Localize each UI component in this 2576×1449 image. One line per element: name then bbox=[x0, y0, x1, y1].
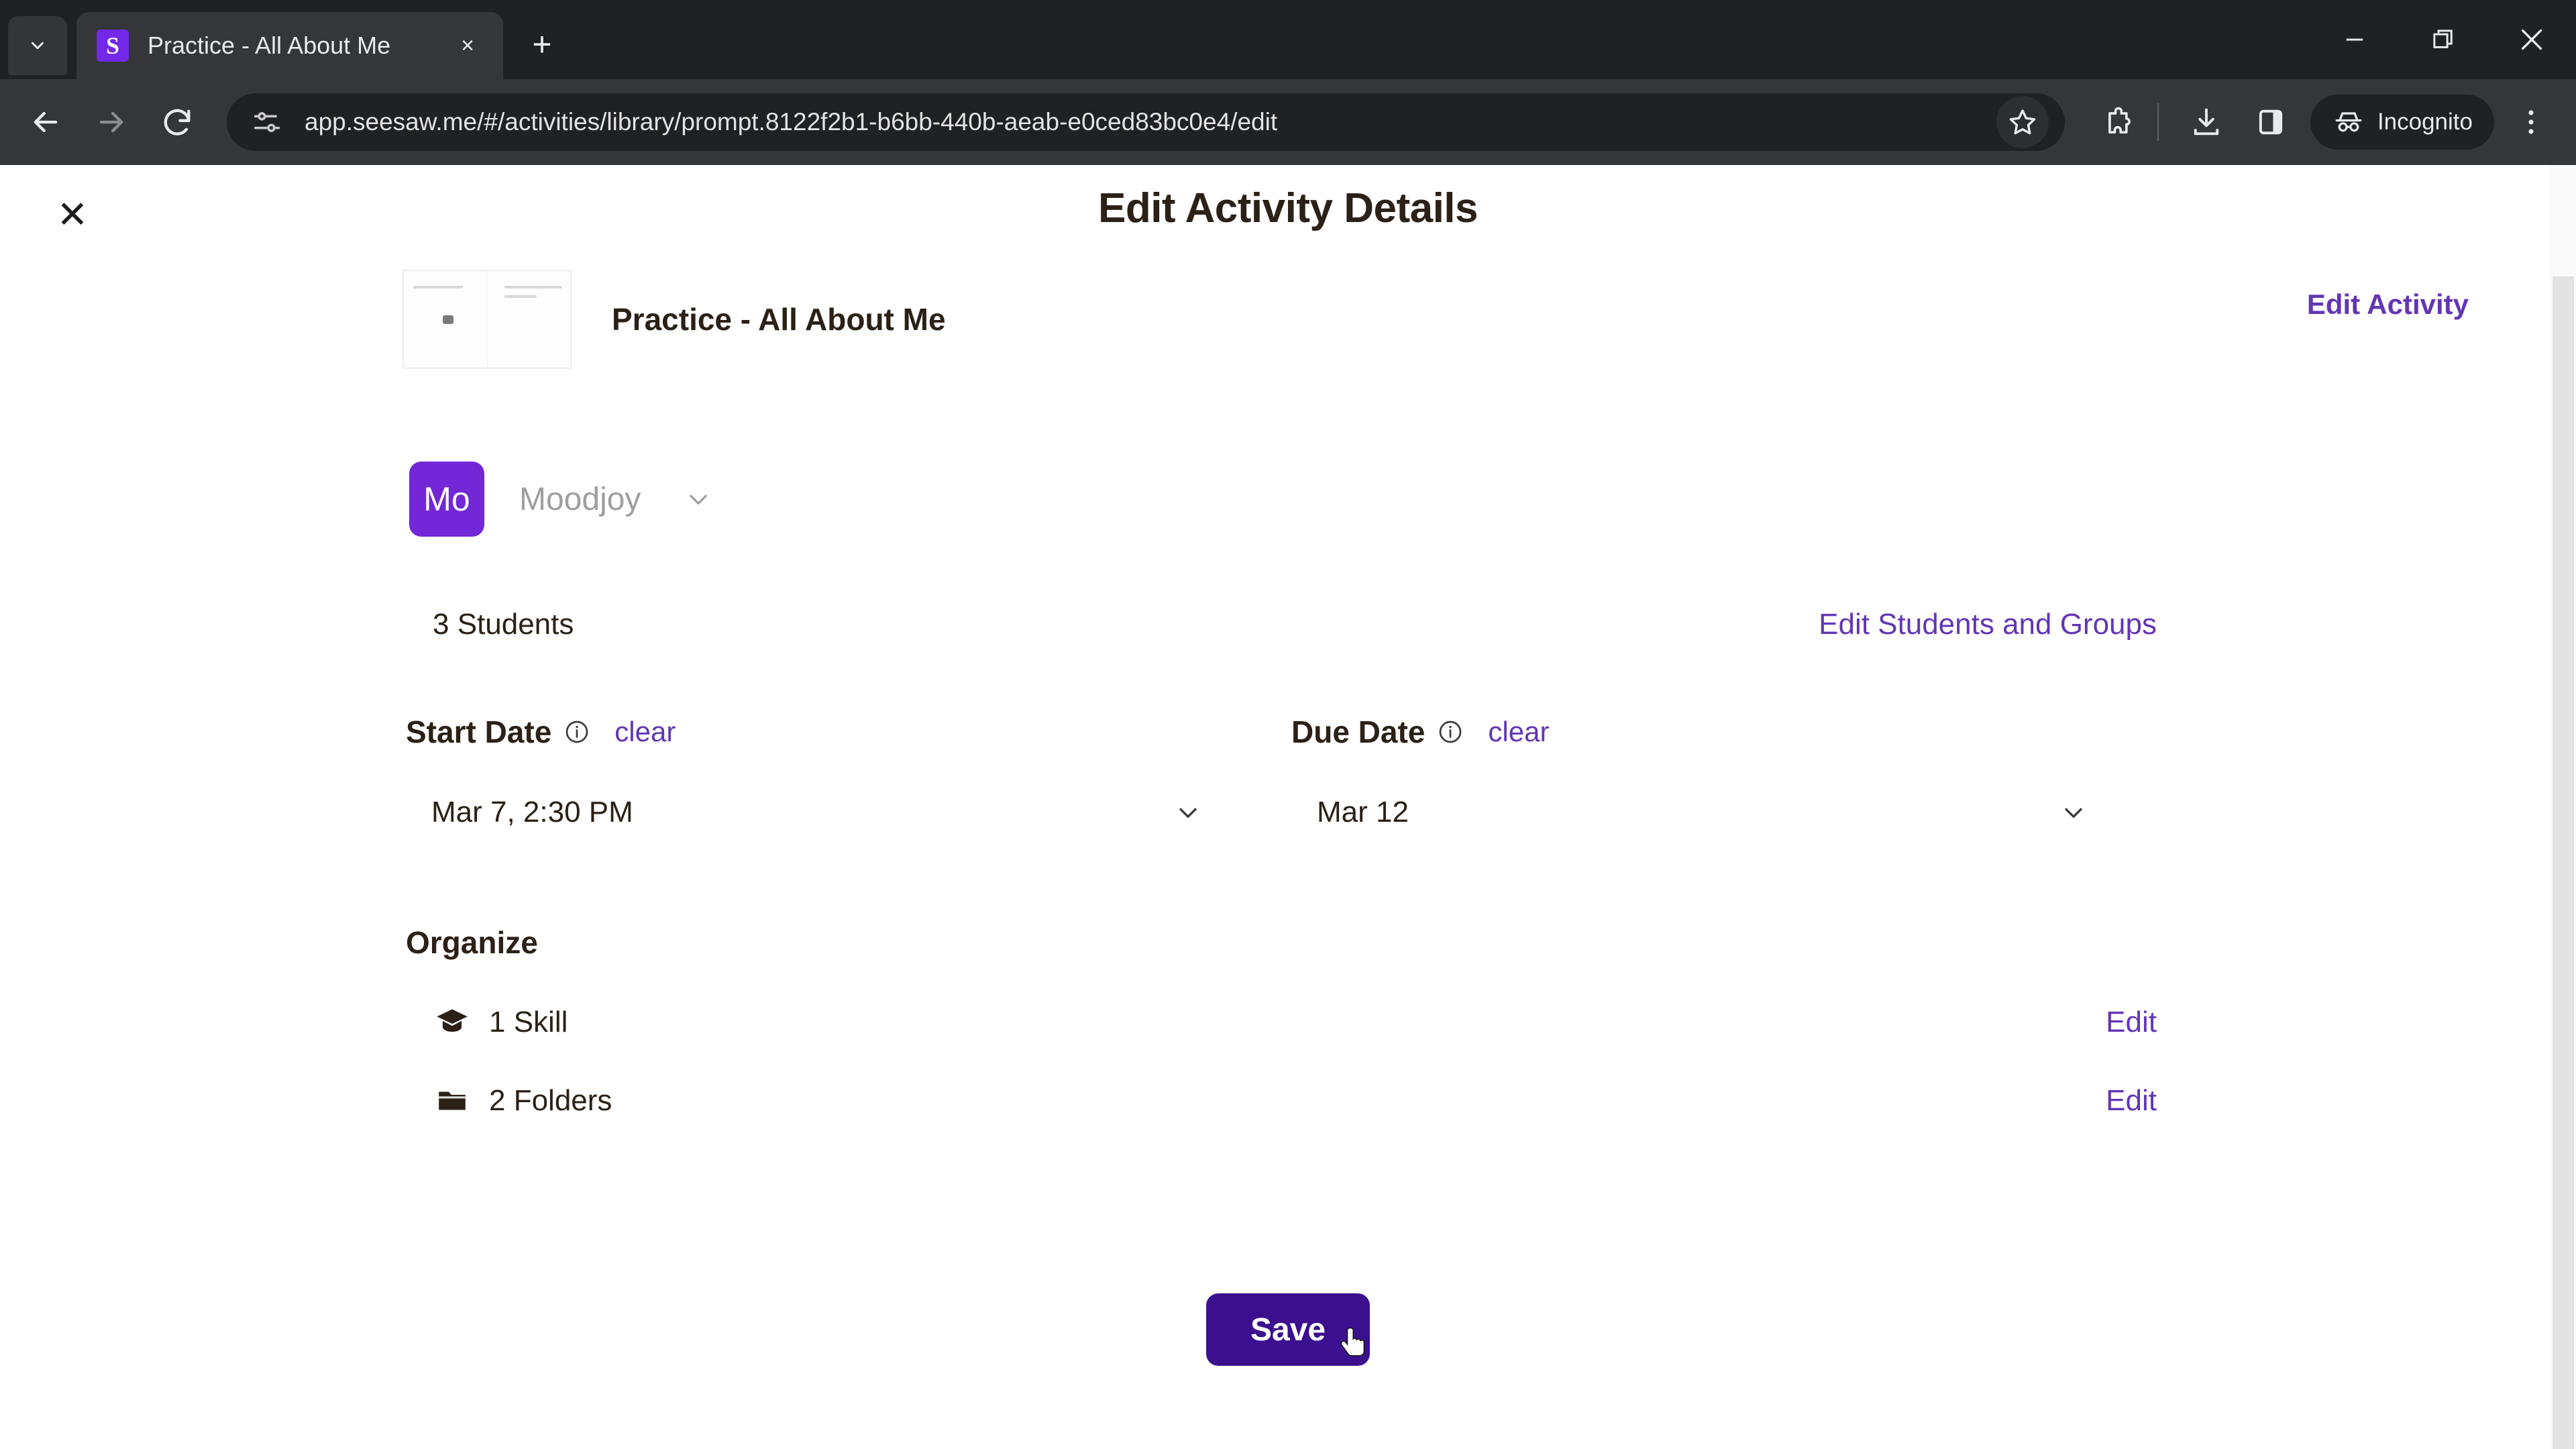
chevron-down-icon bbox=[1179, 808, 1197, 818]
organize-heading: Organize bbox=[406, 925, 538, 960]
minimize-icon bbox=[2346, 38, 2363, 41]
start-date-label: Start Date bbox=[406, 714, 552, 749]
due-date-column: Due Date clear Mar 12 bbox=[1291, 714, 2177, 844]
arrow-right-icon bbox=[99, 111, 123, 133]
start-date-dropdown-toggle[interactable] bbox=[1173, 798, 1203, 827]
browser-menu-button[interactable] bbox=[2504, 95, 2559, 150]
save-section: Save bbox=[0, 1293, 2576, 1366]
skills-label-group: 1 Skill bbox=[433, 1005, 568, 1040]
maximize-icon bbox=[2433, 30, 2453, 48]
side-panel-icon bbox=[2259, 109, 2283, 135]
activity-row: Practice - All About Me Edit Activity bbox=[402, 251, 2469, 369]
three-dot-menu-icon bbox=[2528, 110, 2534, 134]
modal-body: Practice - All About Me Edit Activity Mo… bbox=[0, 251, 2576, 1366]
page-title: Edit Activity Details bbox=[1097, 184, 1479, 231]
downloads-button[interactable] bbox=[2179, 95, 2234, 150]
chevron-down-icon bbox=[2065, 808, 2082, 818]
clear-start-date-link[interactable]: clear bbox=[614, 716, 676, 748]
modal-header: ✕ Edit Activity Details bbox=[0, 165, 2576, 251]
class-name: Moodjoy bbox=[519, 481, 641, 517]
class-avatar: Mo bbox=[409, 462, 484, 537]
chevron-down-icon bbox=[690, 494, 708, 505]
edit-activity-link[interactable]: Edit Activity bbox=[2307, 288, 2469, 321]
close-modal-button[interactable]: ✕ bbox=[47, 189, 98, 240]
avatar-initials: Mo bbox=[423, 480, 470, 518]
seesaw-favicon: S bbox=[97, 30, 129, 62]
due-date-value: Mar 12 bbox=[1317, 796, 1409, 828]
info-circle-icon bbox=[1440, 720, 1462, 743]
start-date-column: Start Date clear Mar 7, 2:30 PM bbox=[406, 714, 1291, 844]
browser-tab[interactable]: S Practice - All About Me × bbox=[76, 12, 503, 79]
due-date-header: Due Date clear bbox=[1291, 714, 2177, 750]
back-button[interactable] bbox=[17, 94, 74, 150]
start-date-header: Start Date clear bbox=[406, 714, 1291, 750]
class-selector[interactable]: Mo Moodjoy bbox=[409, 462, 2576, 537]
info-icon[interactable] bbox=[564, 718, 590, 745]
tab-title: Practice - All About Me bbox=[148, 32, 391, 59]
close-icon bbox=[2521, 29, 2542, 50]
side-panel-button[interactable] bbox=[2243, 95, 2298, 150]
toolbar-divider bbox=[2157, 103, 2159, 141]
students-row: 3 Students Edit Students and Groups bbox=[433, 608, 2157, 641]
browser-toolbar: app.seesaw.me/#/activities/library/promp… bbox=[0, 79, 2576, 165]
page-scrollbar[interactable] bbox=[2549, 165, 2576, 1449]
folder-icon bbox=[433, 1084, 472, 1118]
organize-row-skills: 1 Skill Edit bbox=[433, 1005, 2157, 1040]
clear-due-date-link[interactable]: clear bbox=[1488, 716, 1549, 748]
due-date-dropdown-toggle[interactable] bbox=[2059, 798, 2088, 827]
reload-button[interactable] bbox=[149, 94, 205, 150]
bookmark-button[interactable] bbox=[1996, 96, 2049, 148]
extensions-button[interactable] bbox=[2092, 95, 2147, 150]
window-controls bbox=[2310, 0, 2576, 79]
dates-section: Start Date clear Mar 7, 2:30 PM Due Date… bbox=[406, 714, 2576, 844]
class-dropdown-toggle[interactable] bbox=[684, 484, 713, 514]
tab-close-button[interactable]: × bbox=[449, 28, 486, 64]
edit-skills-link[interactable]: Edit bbox=[2106, 1006, 2157, 1039]
info-icon[interactable] bbox=[1437, 718, 1464, 745]
page-content: ✕ Edit Activity Details Practice - All A… bbox=[0, 165, 2576, 1449]
skills-count: 1 Skill bbox=[489, 1006, 568, 1038]
incognito-indicator[interactable]: Incognito bbox=[2310, 95, 2494, 150]
due-date-field[interactable]: Mar 12 bbox=[1291, 781, 2116, 844]
minimize-button[interactable] bbox=[2310, 0, 2399, 79]
tab-search-button[interactable] bbox=[8, 16, 67, 75]
save-button[interactable]: Save bbox=[1206, 1293, 1370, 1366]
scrollbar-thumb[interactable] bbox=[2553, 276, 2574, 1449]
puzzle-icon bbox=[2108, 107, 2131, 134]
graduation-cap-icon bbox=[433, 1005, 472, 1040]
star-icon bbox=[2009, 109, 2036, 135]
download-icon bbox=[2194, 108, 2219, 136]
maximize-button[interactable] bbox=[2399, 0, 2487, 79]
activity-thumbnail[interactable] bbox=[402, 270, 572, 369]
incognito-icon bbox=[2335, 112, 2362, 132]
site-settings-icon[interactable] bbox=[250, 105, 284, 140]
favicon-letter: S bbox=[105, 32, 120, 59]
chevron-down-icon bbox=[32, 42, 44, 50]
reload-icon bbox=[164, 109, 191, 136]
arrow-left-icon bbox=[34, 111, 58, 133]
start-date-field[interactable]: Mar 7, 2:30 PM bbox=[406, 781, 1231, 844]
url-text: app.seesaw.me/#/activities/library/promp… bbox=[305, 108, 1278, 136]
info-circle-icon bbox=[566, 720, 588, 743]
folders-label-group: 2 Folders bbox=[433, 1084, 612, 1118]
edit-folders-link[interactable]: Edit bbox=[2106, 1084, 2157, 1118]
start-date-value: Mar 7, 2:30 PM bbox=[431, 796, 633, 828]
window-close-button[interactable] bbox=[2487, 0, 2576, 79]
address-bar[interactable]: app.seesaw.me/#/activities/library/promp… bbox=[227, 93, 2065, 151]
forward-button[interactable] bbox=[83, 94, 140, 150]
edit-students-and-groups-link[interactable]: Edit Students and Groups bbox=[1819, 608, 2157, 641]
folders-count: 2 Folders bbox=[489, 1084, 612, 1117]
organize-row-folders: 2 Folders Edit bbox=[433, 1084, 2157, 1118]
new-tab-button[interactable]: + bbox=[518, 20, 566, 68]
activity-title: Practice - All About Me bbox=[612, 302, 946, 337]
due-date-label: Due Date bbox=[1291, 714, 1426, 749]
browser-window: S Practice - All About Me × + app.seesaw… bbox=[0, 0, 2576, 1449]
tab-strip: S Practice - All About Me × + bbox=[0, 0, 2576, 79]
thumbnail-divider bbox=[487, 271, 488, 368]
incognito-label: Incognito bbox=[2377, 109, 2473, 135]
students-count: 3 Students bbox=[433, 608, 574, 641]
